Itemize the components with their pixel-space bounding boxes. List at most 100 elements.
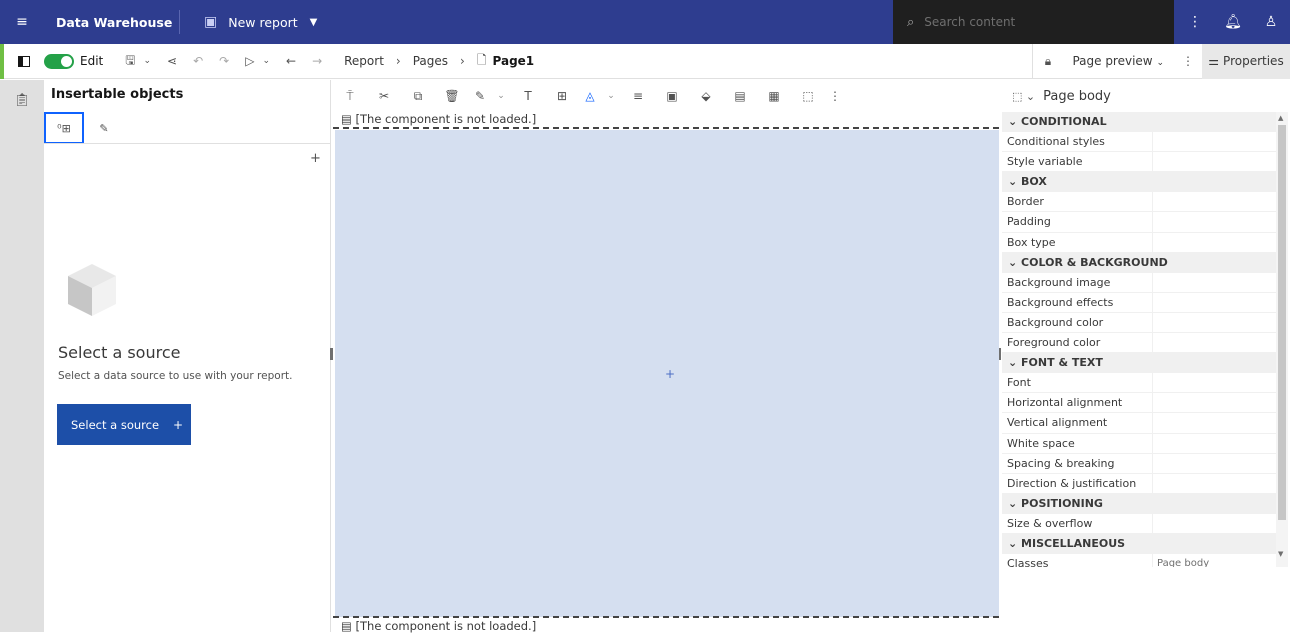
component-not-loaded-top-text: [The component is not loaded.] <box>355 112 537 126</box>
property-value <box>1153 313 1276 332</box>
scroll-thumb[interactable] <box>1278 125 1286 520</box>
lock-icon[interactable]: 🔒︎ <box>1032 43 1062 79</box>
border-icon[interactable]: ⊞ <box>545 89 579 103</box>
property-row[interactable]: Conditional styles <box>1002 132 1276 153</box>
more-icon[interactable]: ⋮ <box>1176 14 1214 30</box>
more-icon[interactable]: ⋮ <box>825 89 845 103</box>
search-input[interactable]: ⌕ Search content <box>893 0 1174 44</box>
forward-arrow-icon[interactable]: → <box>312 54 322 68</box>
format-painter-icon[interactable]: ⍑ <box>333 89 367 104</box>
edit-toggle[interactable] <box>44 53 74 69</box>
scroll-down-icon[interactable]: ▼ <box>1278 550 1283 558</box>
property-row[interactable]: Direction & justification <box>1002 473 1276 494</box>
property-value <box>1153 514 1276 533</box>
formatting-toolbar: ⍑ ✂ ⧉ 🗑︎ ✎ ⌄ T ⊞ ◬ ⌄ ≡ ▣ ⬙ ▤ ▦ ⬚ ⋮ <box>333 80 999 112</box>
component-not-loaded-top: ▤ [The component is not loaded.] <box>341 112 536 126</box>
section-box[interactable]: ⌄ BOX <box>1002 172 1276 193</box>
section-conditional[interactable]: ⌄ CONDITIONAL <box>1002 112 1276 133</box>
delete-icon[interactable]: 🗑︎ <box>435 89 469 103</box>
property-label: Font <box>1002 373 1153 393</box>
property-value <box>1153 373 1276 392</box>
page-icon: 🗋︎ <box>476 52 487 67</box>
table-icon[interactable]: ▦ <box>757 89 791 103</box>
property-row[interactable]: White space <box>1002 433 1276 454</box>
property-row[interactable]: Background effects <box>1002 292 1276 313</box>
properties-button[interactable]: ⚌ Properties <box>1202 43 1290 79</box>
padding-icon[interactable]: ▣ <box>655 89 689 103</box>
section-positioning[interactable]: ⌄ POSITIONING <box>1002 493 1276 514</box>
toggle-panel-icon[interactable] <box>4 55 44 67</box>
insert-plus-icon[interactable]: + <box>665 367 675 381</box>
property-row[interactable]: Classes Page body <box>1002 554 1276 567</box>
property-row[interactable]: Background color <box>1002 312 1276 334</box>
property-row[interactable]: Size & overflow <box>1002 513 1276 534</box>
pen-menu-chevron-icon[interactable]: ⌄ <box>491 91 511 101</box>
insertable-tabs: ⁰⊞ ✎ <box>44 112 124 144</box>
page-preview-dropdown[interactable]: Page preview ⌄ <box>1062 54 1174 68</box>
left-rail: 📋︎ <box>0 80 44 632</box>
select-ancestor-icon[interactable]: ⬚ <box>791 89 825 103</box>
property-label: Background effects <box>1002 292 1153 312</box>
fill-color-icon[interactable]: ◬ <box>579 89 601 103</box>
undo-icon[interactable]: ↶ <box>193 54 203 68</box>
layout-icon[interactable]: ▤ <box>723 89 757 103</box>
property-row[interactable]: Background image <box>1002 272 1276 293</box>
brand-bar: ≡ Data Warehouse ▣ New report ▼ <box>0 0 893 44</box>
scroll-up-icon[interactable]: ▲ <box>1278 114 1283 122</box>
breadcrumb-report[interactable]: Report <box>344 54 384 68</box>
select-source-button[interactable]: Select a source + <box>57 404 191 445</box>
pen-icon[interactable]: ✎ <box>469 89 491 103</box>
run-menu-chevron-icon[interactable]: ⌄ <box>262 56 270 66</box>
property-row[interactable]: Style variable <box>1002 152 1276 173</box>
property-row[interactable]: Border <box>1002 192 1276 213</box>
section-miscellaneous[interactable]: ⌄ MISCELLANEOUS <box>1002 533 1276 555</box>
cut-icon[interactable]: ✂ <box>367 89 401 103</box>
breadcrumb-pages[interactable]: Pages <box>413 54 448 68</box>
user-icon[interactable]: ♙ <box>1252 14 1290 30</box>
property-row[interactable]: Box type <box>1002 232 1276 253</box>
run-icon[interactable]: ▷ <box>245 54 254 68</box>
overflow-menu-icon[interactable]: ⋮ <box>1174 54 1202 68</box>
property-row[interactable]: Font <box>1002 373 1276 394</box>
property-value <box>1153 233 1276 252</box>
breadcrumb-separator-icon: › <box>395 54 401 68</box>
style-icon[interactable]: ⬙ <box>689 89 723 103</box>
component-icon: ▤ <box>341 112 352 126</box>
align-icon[interactable]: ≡ <box>621 89 655 103</box>
notifications-icon[interactable]: 🔔︎ <box>1214 14 1252 30</box>
back-arrow-icon[interactable]: ← <box>286 54 296 68</box>
redo-icon[interactable]: ↷ <box>219 54 229 68</box>
properties-header[interactable]: ⬚ ⌄ Page body <box>1002 80 1290 112</box>
add-icon[interactable]: + <box>310 151 321 166</box>
page-body[interactable]: + <box>335 130 999 617</box>
property-row[interactable]: Spacing & breaking <box>1002 453 1276 474</box>
property-row[interactable]: Padding <box>1002 212 1276 233</box>
property-row[interactable]: Horizontal alignment <box>1002 393 1276 414</box>
clipboard-icon[interactable]: 📋︎ <box>0 80 44 120</box>
properties-scrollbar[interactable]: ▲ ▼ <box>1276 112 1288 567</box>
property-label: Background color <box>1002 312 1153 333</box>
component-not-loaded-bottom-text: [The component is not loaded.] <box>355 619 537 633</box>
property-value <box>1153 454 1276 473</box>
tab-source-icon[interactable]: ⁰⊞ <box>44 112 84 144</box>
property-value <box>1153 474 1276 493</box>
hamburger-menu-icon[interactable]: ≡ <box>0 0 44 44</box>
property-row[interactable]: Vertical alignment <box>1002 413 1276 434</box>
footer-divider <box>333 616 999 618</box>
save-icon[interactable]: 🖫︎ <box>125 51 135 72</box>
app-name[interactable]: Data Warehouse <box>44 15 179 30</box>
property-row[interactable]: Foreground color <box>1002 333 1276 354</box>
chevron-down-icon[interactable]: ▼ <box>310 17 318 28</box>
section-color-background[interactable]: ⌄ COLOR & BACKGROUND <box>1002 252 1276 273</box>
fill-menu-chevron-icon[interactable]: ⌄ <box>601 91 621 101</box>
text-style-icon[interactable]: T <box>511 89 545 103</box>
plus-icon: + <box>173 417 184 432</box>
save-menu-chevron-icon[interactable]: ⌄ <box>143 56 151 66</box>
breadcrumb-page1[interactable]: Page1 <box>493 54 535 68</box>
section-font-text[interactable]: ⌄ FONT & TEXT <box>1002 353 1276 374</box>
copy-icon[interactable]: ⧉ <box>401 89 435 104</box>
share-icon[interactable]: ⋖ <box>167 54 177 68</box>
report-title[interactable]: New report <box>228 15 297 30</box>
tab-toolbox-icon[interactable]: ✎ <box>84 112 124 144</box>
properties-panel: ⬚ ⌄ Page body ⌄ CONDITIONAL Conditional … <box>1002 80 1290 632</box>
